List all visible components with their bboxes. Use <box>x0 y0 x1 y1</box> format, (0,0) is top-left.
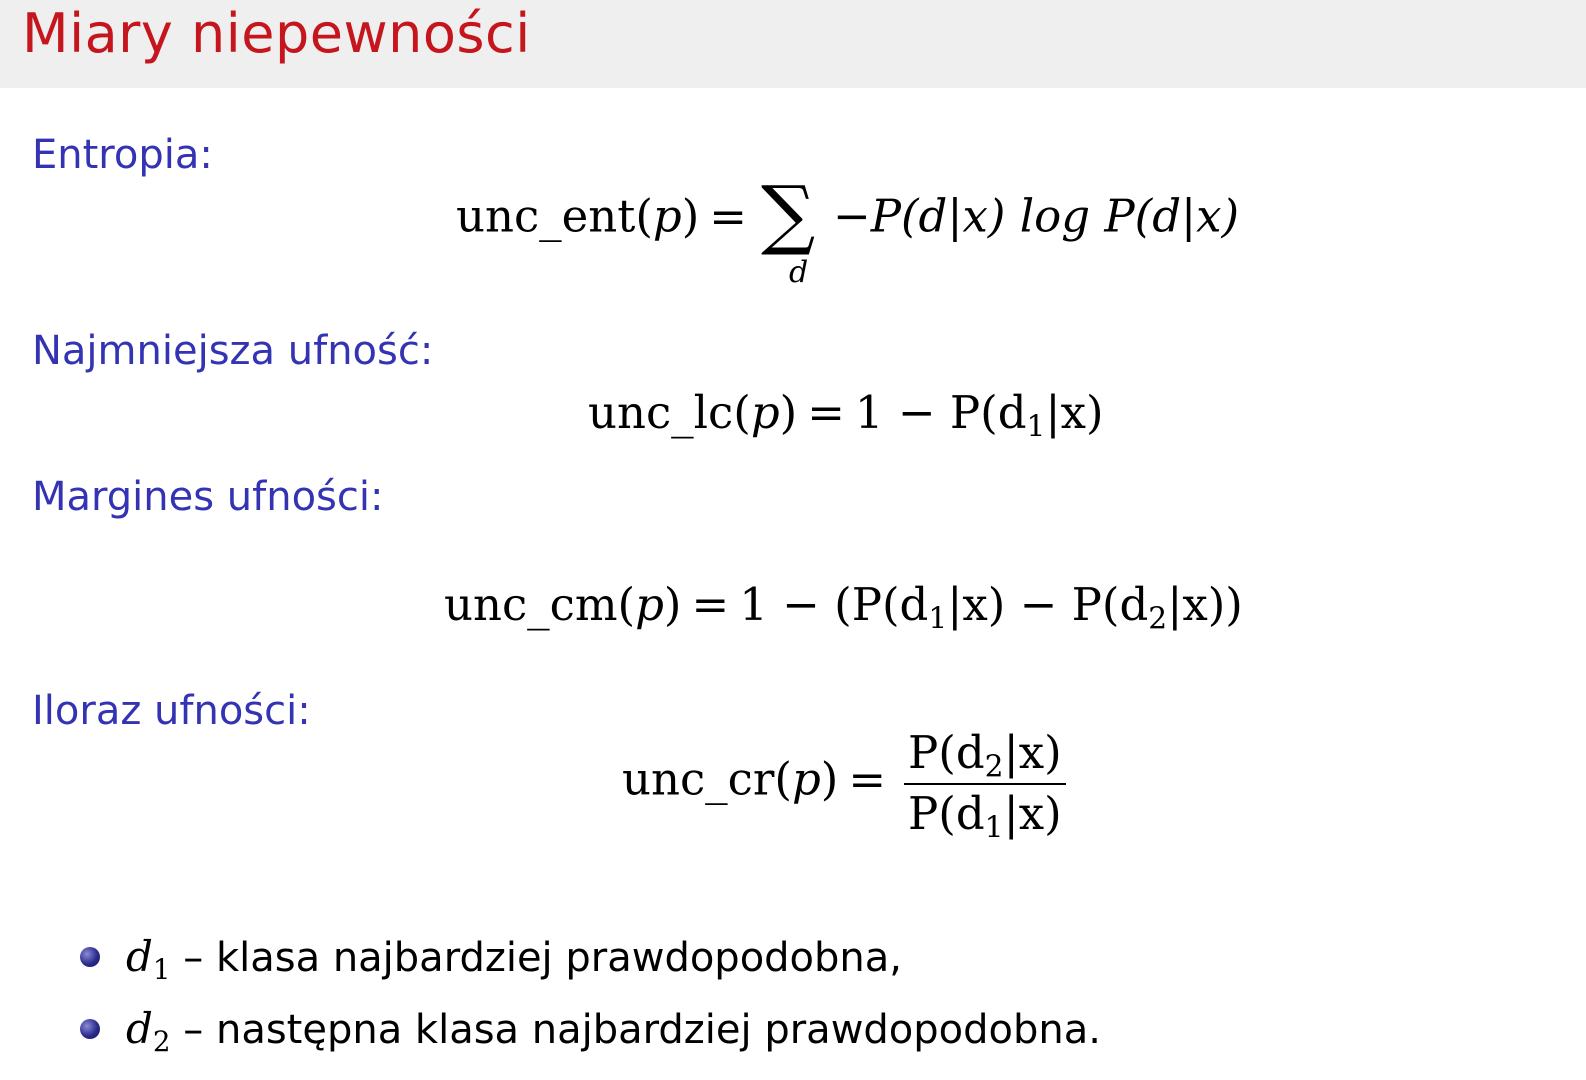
formula-rhs-c: |x)) <box>1167 578 1243 631</box>
section-label-confidence-margin: Margines ufności: <box>32 474 384 520</box>
formula-rhs-a: 1 − (P(d <box>739 578 929 631</box>
sum-symbol: ∑ d <box>761 176 829 288</box>
formula-lhs: unc_cr( <box>622 752 792 806</box>
bullet-icon <box>80 947 100 967</box>
formula-entropy: unc_ent(p) = ∑ d −P(d|x) log P(d|x) <box>456 176 1240 288</box>
formula-operator: = <box>848 752 887 806</box>
bullet-variable: d <box>126 1004 153 1053</box>
numerator-post: |x) <box>1003 726 1062 779</box>
formula-confidence-margin: unc_cm(p) = 1 − (P(d1|x) − P(d2|x)) <box>444 582 1243 634</box>
denominator-pre: P(d <box>908 787 985 840</box>
fraction: P(d2|x) P(d1|x) <box>904 730 1066 843</box>
denominator-subscript: 1 <box>984 810 1004 846</box>
denominator-post: |x) <box>1003 787 1062 840</box>
sigma-glyph: ∑ <box>761 169 816 258</box>
bullet-text: – klasa najbardziej prawdopodobna, <box>170 935 902 981</box>
formula-operator: = <box>807 386 845 439</box>
formula-lhs-close: ) <box>820 752 839 806</box>
fraction-numerator: P(d2|x) <box>904 730 1066 783</box>
numerator-subscript: 2 <box>984 749 1004 785</box>
bullet-variable: d <box>126 932 153 981</box>
formula-subscript-2: 2 <box>1148 601 1168 637</box>
formula-rhs-post: |x) <box>1045 386 1104 439</box>
formula-var: p <box>750 386 780 439</box>
list-item: d2 – następna klasa najbardziej prawdopo… <box>80 1004 1101 1058</box>
slide-header: Miary niepewności <box>0 0 1586 88</box>
formula-operator: = <box>709 189 748 243</box>
slide-title: Miary niepewności <box>22 2 531 65</box>
formula-var: p <box>652 189 682 243</box>
formula-confidence-ratio: unc_cr(p) = P(d2|x) P(d1|x) <box>622 730 1066 843</box>
formula-rhs-pre: 1 − P(d <box>854 386 1027 439</box>
bullet-icon <box>80 1019 100 1039</box>
formula-var: p <box>635 578 664 631</box>
formula-lhs: unc_lc( <box>588 386 751 439</box>
formula-lhs-close: ) <box>681 189 700 243</box>
fraction-denominator: P(d1|x) <box>904 785 1066 843</box>
formula-rhs: −P(d|x) log P(d|x) <box>833 189 1240 243</box>
formula-rhs-b: |x) − P(d <box>947 578 1149 631</box>
bullet-text: – następna klasa najbardziej prawdopodob… <box>170 1007 1101 1053</box>
formula-lhs: unc_ent( <box>456 189 653 243</box>
formula-operator: = <box>691 578 730 631</box>
formula-lhs: unc_cm( <box>444 578 636 631</box>
formula-subscript-1: 1 <box>928 601 948 637</box>
bullet-subscript: 2 <box>152 1024 171 1058</box>
numerator-pre: P(d <box>908 726 985 779</box>
formula-least-confidence: unc_lc(p) = 1 − P(d1|x) <box>588 390 1104 442</box>
formula-var: p <box>791 752 821 806</box>
formula-subscript: 1 <box>1026 409 1046 445</box>
section-label-least-confidence: Najmniejsza ufność: <box>32 328 434 374</box>
sum-subscript: d <box>789 255 809 290</box>
section-label-entropy: Entropia: <box>32 132 213 178</box>
bullet-subscript: 1 <box>152 952 171 986</box>
formula-lhs-close: ) <box>663 578 682 631</box>
section-label-confidence-ratio: Iloraz ufności: <box>32 688 311 734</box>
list-item: d1 – klasa najbardziej prawdopodobna, <box>80 932 902 986</box>
formula-lhs-close: ) <box>779 386 798 439</box>
